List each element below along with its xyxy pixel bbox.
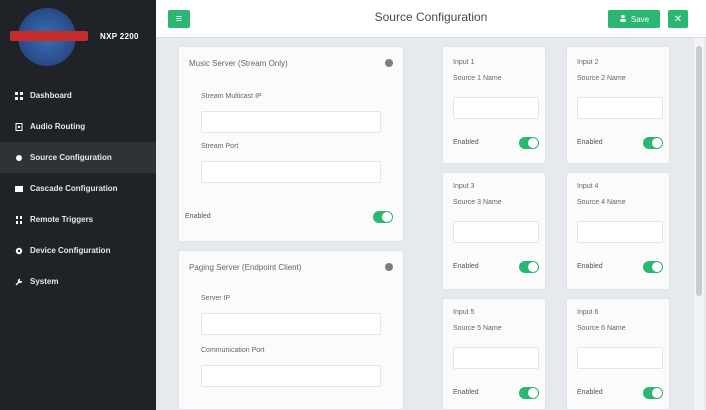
source-name-input[interactable] [577,347,663,369]
stream-ip-label: Stream Multicast IP [201,93,262,100]
sidebar-item-cascade-configuration[interactable]: Cascade Configuration [0,173,156,204]
stream-port-label: Stream Port [201,143,239,150]
comm-port-input[interactable] [201,365,381,387]
save-label: Save [630,14,650,24]
source-name-input[interactable] [577,97,663,119]
status-dot-icon [385,263,393,271]
source-name-label: Source 6 Name [577,325,626,332]
input-title: Input 5 [453,309,475,316]
comm-port-label: Communication Port [201,347,265,354]
topbar: ≡ Source Configuration Save ✕ [156,0,706,38]
source-name-input[interactable] [453,97,539,119]
sidebar-item-label: Dashboard [30,91,72,100]
stream-port-input[interactable] [201,161,381,183]
input-card: Input 2 Source 2 Name Enabled [566,46,670,164]
input-enabled-toggle[interactable] [519,387,539,399]
music-enabled-toggle[interactable] [373,211,393,223]
source-name-input[interactable] [453,221,539,243]
cascade-icon [14,184,24,194]
music-server-card: Music Server (Stream Only) Stream Multic… [178,46,404,242]
logo-bar [10,31,88,41]
input-enabled-toggle[interactable] [643,387,663,399]
paging-server-title: Paging Server (Endpoint Client) [189,263,302,272]
brand-logo: NXP 2200 [8,6,148,66]
server-ip-label: Server IP [201,295,231,302]
sidebar-item-dashboard[interactable]: Dashboard [0,80,156,111]
wrench-icon [14,277,24,287]
sidebar-nav: Dashboard Audio Routing Source Configura… [0,80,156,297]
input-title: Input 6 [577,309,599,316]
input-enabled-label: Enabled [577,263,603,270]
stream-ip-input[interactable] [201,111,381,133]
source-name-label: Source 2 Name [577,75,626,82]
input-enabled-label: Enabled [577,389,603,396]
input-card: Input 5 Source 5 Name Enabled [442,298,546,410]
music-enabled-label: Enabled [185,213,211,220]
sidebar-item-device-configuration[interactable]: Device Configuration [0,235,156,266]
input-enabled-label: Enabled [577,139,603,146]
scrollbar-thumb[interactable] [696,46,702,296]
music-server-title: Music Server (Stream Only) [189,59,288,68]
grid-icon [14,91,24,101]
input-card: Input 3 Source 3 Name Enabled [442,172,546,290]
input-enabled-toggle[interactable] [519,137,539,149]
input-title: Input 4 [577,183,599,190]
source-name-input[interactable] [453,347,539,369]
input-enabled-label: Enabled [453,389,479,396]
sidebar-item-label: Remote Triggers [30,215,94,224]
source-name-input[interactable] [577,221,663,243]
paging-server-card: Paging Server (Endpoint Client) Server I… [178,250,404,410]
input-enabled-toggle[interactable] [643,261,663,273]
user-icon [619,14,627,24]
source-name-label: Source 5 Name [453,325,502,332]
input-title: Input 3 [453,183,475,190]
brand-model: NXP 2200 [100,32,139,41]
source-name-label: Source 3 Name [453,199,502,206]
device-icon [14,246,24,256]
input-enabled-label: Enabled [453,139,479,146]
source-name-label: Source 1 Name [453,75,502,82]
input-card: Input 6 Source 6 Name Enabled [566,298,670,410]
input-enabled-toggle[interactable] [643,137,663,149]
input-card: Input 1 Source 1 Name Enabled [442,46,546,164]
sidebar: NXP 2200 Dashboard Audio Routing Source … [0,0,156,410]
status-dot-icon [385,59,393,67]
input-enabled-toggle[interactable] [519,261,539,273]
sidebar-item-label: System [30,277,59,286]
server-ip-input[interactable] [201,313,381,335]
close-icon: ✕ [673,13,683,25]
input-title: Input 1 [453,59,475,66]
sidebar-item-source-configuration[interactable]: Source Configuration [0,142,156,173]
sidebar-item-remote-triggers[interactable]: Remote Triggers [0,204,156,235]
source-name-label: Source 4 Name [577,199,626,206]
sidebar-item-label: Audio Routing [30,122,86,131]
sidebar-item-label: Device Configuration [30,246,111,255]
app-frame: NXP 2200 Dashboard Audio Routing Source … [0,0,706,410]
save-button[interactable]: Save [608,10,660,28]
close-button[interactable]: ✕ [668,10,688,28]
sidebar-item-label: Source Configuration [30,153,112,162]
input-card: Input 4 Source 4 Name Enabled [566,172,670,290]
dot-icon [14,153,24,163]
sidebar-item-label: Cascade Configuration [30,184,118,193]
input-title: Input 2 [577,59,599,66]
routing-icon [14,122,24,132]
input-enabled-label: Enabled [453,263,479,270]
trigger-icon [14,215,24,225]
sidebar-item-audio-routing[interactable]: Audio Routing [0,111,156,142]
sidebar-item-system[interactable]: System [0,266,156,297]
